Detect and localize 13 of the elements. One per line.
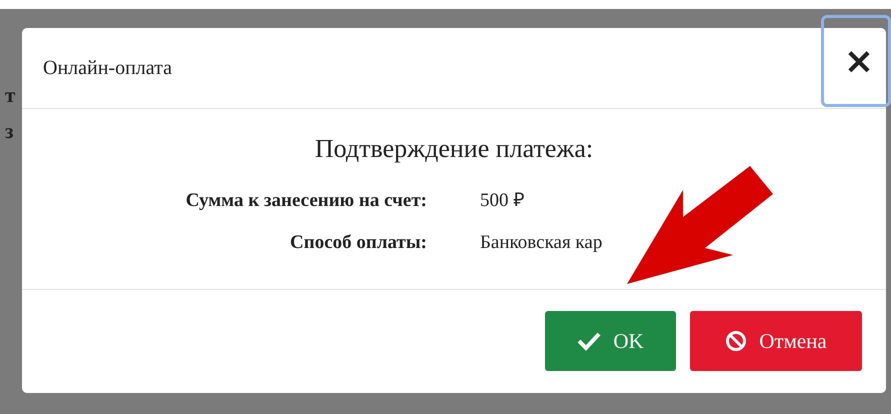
close-button[interactable]: ×	[821, 15, 891, 107]
cancel-button[interactable]: Отмена	[690, 311, 862, 371]
field-label: Сумма к занесению на счет:	[184, 189, 427, 213]
background-text: т	[5, 84, 16, 106]
prohibited-icon	[725, 330, 748, 352]
background-text: з	[5, 120, 14, 142]
field-value: Банковская кар	[480, 231, 604, 255]
dialog-title: Онлайн-оплата	[43, 56, 172, 80]
ok-button[interactable]: OK	[545, 311, 676, 371]
field-value: 500 ₽	[480, 189, 526, 213]
field-label: Способ оплаты:	[289, 231, 427, 255]
confirmation-heading: Подтверждение платежа:	[314, 134, 594, 164]
check-icon	[577, 331, 602, 351]
